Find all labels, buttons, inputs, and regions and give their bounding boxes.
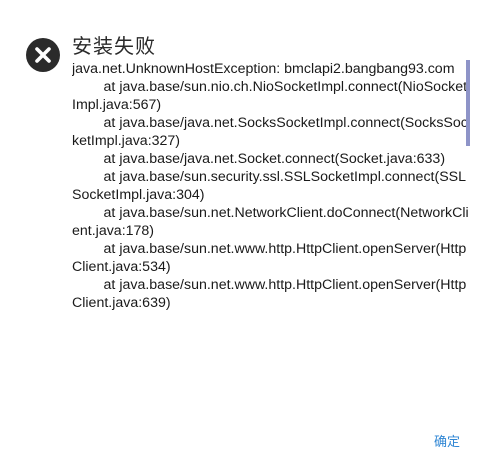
error-message-area[interactable]: java.net.UnknownHostException: bmclapi2.… (72, 60, 470, 410)
install-failed-dialog: 安装失败 java.net.UnknownHostException: bmcl… (0, 0, 496, 476)
dialog-title: 安装失败 (72, 36, 156, 58)
error-message-text: java.net.UnknownHostException: bmclapi2.… (72, 61, 469, 311)
error-icon (26, 38, 60, 72)
message-scrollbar[interactable] (466, 60, 471, 410)
ok-button[interactable]: 确定 (424, 430, 470, 454)
scrollbar-thumb[interactable] (466, 60, 470, 146)
